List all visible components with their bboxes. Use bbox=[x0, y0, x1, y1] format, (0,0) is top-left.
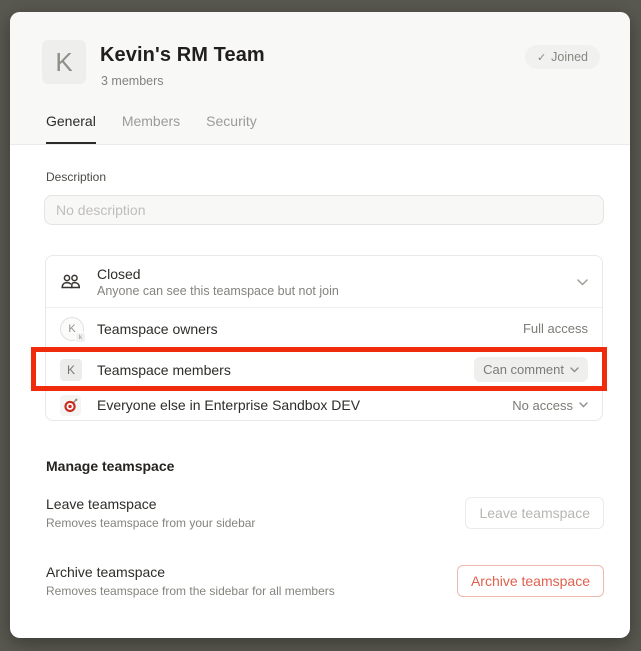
teamspace-title: Kevin's RM Team bbox=[100, 44, 265, 67]
everyone-access-level: No access bbox=[512, 398, 573, 413]
owners-access-level: Full access bbox=[523, 321, 588, 336]
tab-members[interactable]: Members bbox=[122, 113, 180, 144]
joined-badge[interactable]: ✓ Joined bbox=[525, 45, 600, 69]
dialog-header: K Kevin's RM Team 3 members ✓ Joined Gen… bbox=[10, 12, 630, 145]
visibility-text: Closed Anyone can see this teamspace but… bbox=[97, 266, 577, 298]
manage-teamspace-heading: Manage teamspace bbox=[46, 458, 174, 474]
owners-row-label: Teamspace owners bbox=[97, 321, 523, 337]
description-label: Description bbox=[46, 170, 106, 184]
tab-bar: General Members Security bbox=[46, 113, 257, 144]
permission-row-members[interactable]: K Teamspace members Can comment bbox=[46, 349, 602, 390]
check-icon: ✓ bbox=[537, 51, 546, 64]
tab-security[interactable]: Security bbox=[206, 113, 257, 144]
chevron-down-icon bbox=[570, 367, 579, 373]
permission-row-everyone[interactable]: Everyone else in Enterprise Sandbox DEV … bbox=[46, 390, 602, 420]
everyone-row-label: Everyone else in Enterprise Sandbox DEV bbox=[97, 397, 512, 413]
members-avatar: K bbox=[60, 359, 82, 381]
joined-badge-label: Joined bbox=[551, 50, 588, 64]
everyone-access-dropdown[interactable]: No access bbox=[512, 398, 588, 413]
chevron-down-icon bbox=[577, 273, 588, 291]
archive-teamspace-description: Removes teamspace from the sidebar for a… bbox=[46, 584, 457, 598]
leave-teamspace-description: Removes teamspace from your sidebar bbox=[46, 516, 465, 530]
permission-row-owners[interactable]: K k Teamspace owners Full access bbox=[46, 308, 602, 349]
visibility-subtitle: Anyone can see this teamspace but not jo… bbox=[97, 284, 577, 298]
teamspace-settings-dialog: K Kevin's RM Team 3 members ✓ Joined Gen… bbox=[10, 12, 630, 638]
teamspace-avatar: K bbox=[42, 40, 86, 84]
tab-general[interactable]: General bbox=[46, 113, 96, 144]
members-access-dropdown[interactable]: Can comment bbox=[474, 357, 588, 382]
visibility-title: Closed bbox=[97, 266, 577, 282]
members-access-level: Can comment bbox=[483, 362, 564, 377]
owners-avatar-badge: k bbox=[75, 332, 86, 343]
leave-teamspace-label: Leave teamspace bbox=[46, 496, 465, 512]
permissions-card: Closed Anyone can see this teamspace but… bbox=[45, 255, 603, 421]
description-input[interactable] bbox=[44, 195, 604, 225]
chevron-down-icon bbox=[579, 402, 588, 408]
people-group-icon bbox=[60, 273, 84, 291]
owners-avatar: K k bbox=[60, 317, 84, 341]
archive-teamspace-label: Archive teamspace bbox=[46, 564, 457, 580]
org-logo-icon bbox=[60, 395, 81, 416]
members-row-label: Teamspace members bbox=[97, 362, 474, 378]
teamspace-member-count: 3 members bbox=[101, 74, 164, 88]
archive-teamspace-row: Archive teamspace Removes teamspace from… bbox=[46, 564, 604, 598]
leave-teamspace-button[interactable]: Leave teamspace bbox=[465, 497, 604, 529]
teamspace-visibility-selector[interactable]: Closed Anyone can see this teamspace but… bbox=[46, 256, 602, 308]
leave-teamspace-row: Leave teamspace Removes teamspace from y… bbox=[46, 496, 604, 530]
archive-teamspace-button[interactable]: Archive teamspace bbox=[457, 565, 604, 597]
